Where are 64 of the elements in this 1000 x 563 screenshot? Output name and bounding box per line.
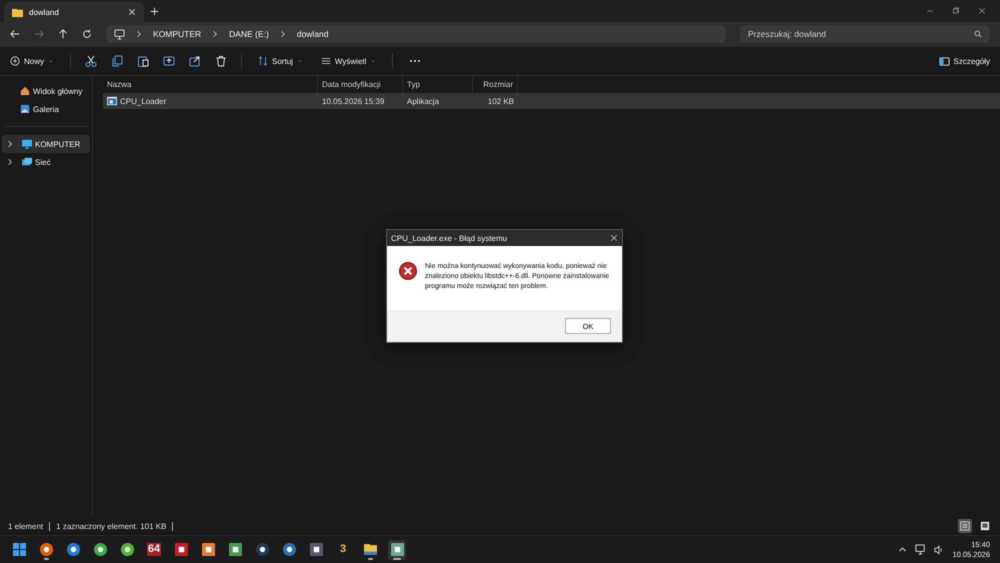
copy-icon (111, 55, 124, 67)
view-toggle[interactable] (978, 519, 992, 533)
table-cell-text: Aplikacja (406, 96, 440, 106)
table-cell-text: 10.05.2026 15:39 (321, 96, 386, 106)
breadcrumb[interactable]: DANE (E:) (229, 29, 269, 39)
details-pane-icon (938, 56, 950, 66)
share-icon (189, 55, 202, 67)
chevron-right-icon (6, 140, 14, 148)
forward-icon (34, 29, 44, 39)
taskbar-app[interactable]: 3 (334, 540, 352, 560)
home-icon (20, 86, 30, 96)
folder-icon (12, 6, 23, 18)
plus-icon (150, 6, 159, 16)
sort-icon (258, 56, 268, 66)
refresh-icon (82, 29, 92, 39)
cut-icon (85, 55, 98, 67)
up-icon (58, 29, 68, 39)
sidebar-item[interactable]: Sieć (2, 153, 90, 171)
chevron-right-icon (211, 30, 220, 38)
volume-icon (934, 544, 944, 554)
trash-icon (215, 55, 228, 67)
sidebar-item[interactable]: Galeria (2, 100, 90, 118)
plus-circle-icon (10, 56, 20, 66)
list-icon (320, 56, 331, 66)
paste-icon (137, 55, 150, 67)
taskbar-app[interactable]: 64 (145, 540, 163, 560)
sidebar-item[interactable]: KOMPUTER (2, 135, 90, 153)
app-label: 3 (338, 543, 348, 556)
monitor-icon (114, 28, 125, 40)
view-toggle[interactable] (958, 519, 972, 533)
tab[interactable]: dowland (4, 2, 144, 22)
file-row[interactable]: CPU_Loader 10.05.2026 15:39 Aplikacja 102 KB (103, 93, 1000, 109)
close-icon (978, 7, 986, 15)
close-icon (128, 8, 136, 16)
search-field[interactable]: Przeszukaj: dowland (740, 25, 990, 43)
picture-icon (20, 104, 30, 114)
back-icon (10, 29, 20, 39)
table-cell: CPU_Loader (103, 96, 318, 106)
details-button[interactable]: Szczegóły (936, 54, 992, 68)
address-bar[interactable]: KOMPUTER DANE (E:) dowland (106, 25, 726, 43)
status-text: 1 element (8, 522, 44, 530)
app-label: 64 (146, 543, 162, 556)
taskbar-app[interactable] (388, 540, 406, 560)
chevron-up-icon (898, 545, 908, 554)
tiles-view-icon (980, 521, 990, 531)
table-cell-text: 102 KB (486, 96, 515, 106)
close-icon (610, 234, 618, 242)
breadcrumb[interactable]: dowland (296, 29, 329, 39)
restore-icon (952, 7, 960, 15)
app-window-icon (107, 96, 117, 106)
search-icon (974, 30, 982, 38)
new-button[interactable]: Nowy (8, 54, 56, 68)
sidebar-item[interactable]: Widok główny (2, 82, 90, 100)
view-button[interactable]: Wyświetl (318, 54, 378, 68)
chevron-right-icon (278, 30, 287, 38)
dialog-title: CPU_Loader.exe - Błąd systemu (391, 234, 508, 242)
monitor-icon (22, 139, 32, 149)
sort-button[interactable]: Sortuj (256, 54, 305, 68)
status-text: 1 zaznaczony element. 101 KB (56, 522, 166, 530)
breadcrumb[interactable]: KOMPUTER (153, 29, 202, 39)
chevron-right-icon (135, 30, 143, 38)
error-icon (399, 262, 417, 280)
details-view-icon (960, 521, 970, 531)
chevron-right-icon (6, 158, 14, 166)
